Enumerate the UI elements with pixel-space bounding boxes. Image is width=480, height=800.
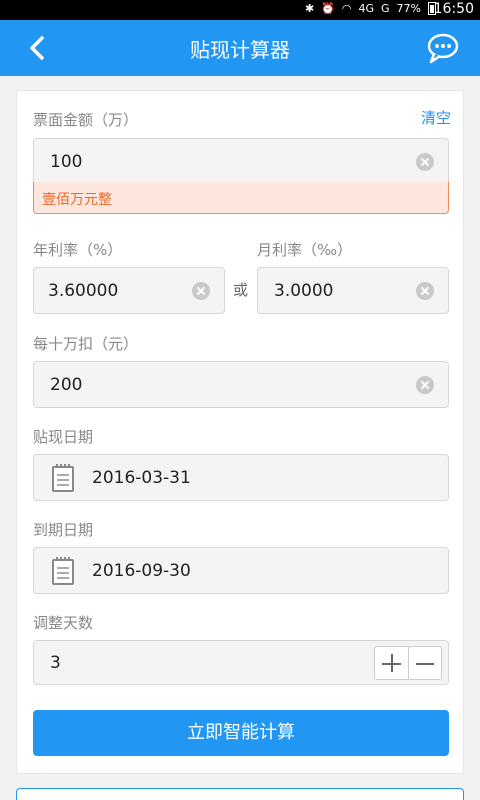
amount-value: 100 [50,152,83,172]
calendar-icon [52,464,74,492]
clock: 16:50 [433,1,474,17]
status-icons: ✱ ⏰ ◠ 4G G 77% [305,2,436,15]
deduction-value: 200 [50,375,83,395]
battery-percent: 77% [396,2,421,15]
discount-date-field[interactable]: 2016-03-31 [33,454,449,501]
network-label: 4G [358,2,375,15]
adjust-days-label: 调整天数 [33,614,94,632]
clear-annual-rate-icon[interactable] [192,282,210,300]
amount-field[interactable]: 100 [33,138,449,183]
app-bar: 贴现计算器 [0,20,480,76]
annual-rate-label: 年利率（%） [33,241,123,259]
clear-all-link[interactable]: 清空 [421,107,451,128]
clear-amount-icon[interactable] [416,153,434,171]
discount-date-value: 2016-03-31 [92,468,191,488]
monthly-rate-label: 月利率（‰） [257,241,353,259]
signal-label: G [381,2,390,15]
monthly-rate-value: 3.0000 [274,281,334,301]
deduction-field[interactable]: 200 [33,361,449,408]
annual-rate-field[interactable]: 3.60000 [33,267,225,314]
due-date-value: 2016-09-30 [92,561,191,581]
clear-monthly-rate-icon[interactable] [416,282,434,300]
calculator-form: 票面金额（万） 清空 100 壹佰万元整 年利率（%） 3.60000 或 月利… [16,90,464,774]
or-text: 或 [233,281,249,299]
due-date-field[interactable]: 2016-09-30 [33,547,449,594]
wifi-icon: ◠ [341,2,352,15]
annual-rate-value: 3.60000 [48,281,119,301]
discount-date-label: 贴现日期 [33,428,94,446]
bluetooth-icon: ✱ [304,2,315,15]
result-card [16,788,464,800]
status-bar: ✱ ⏰ ◠ 4G G 77% 16:50 [0,0,480,20]
amount-in-words: 壹佰万元整 [33,182,449,214]
alarm-icon: ⏰ [321,2,335,15]
clear-deduction-icon[interactable] [416,376,434,394]
adjust-days-stepper [374,646,442,680]
adjust-days-value: 3 [50,653,61,673]
amount-label: 票面金额（万） [33,111,139,129]
page-title: 贴现计算器 [190,38,290,62]
adjust-days-field[interactable]: 3 [33,640,449,685]
due-date-label: 到期日期 [33,521,94,539]
calendar-icon [52,557,74,585]
chat-bubble-icon[interactable] [426,32,460,64]
calculate-button[interactable]: 立即智能计算 [33,710,449,756]
monthly-rate-field[interactable]: 3.0000 [257,267,449,314]
deduction-label: 每十万扣（元） [33,335,139,353]
decrement-button[interactable] [407,647,442,679]
increment-button[interactable] [375,647,408,679]
